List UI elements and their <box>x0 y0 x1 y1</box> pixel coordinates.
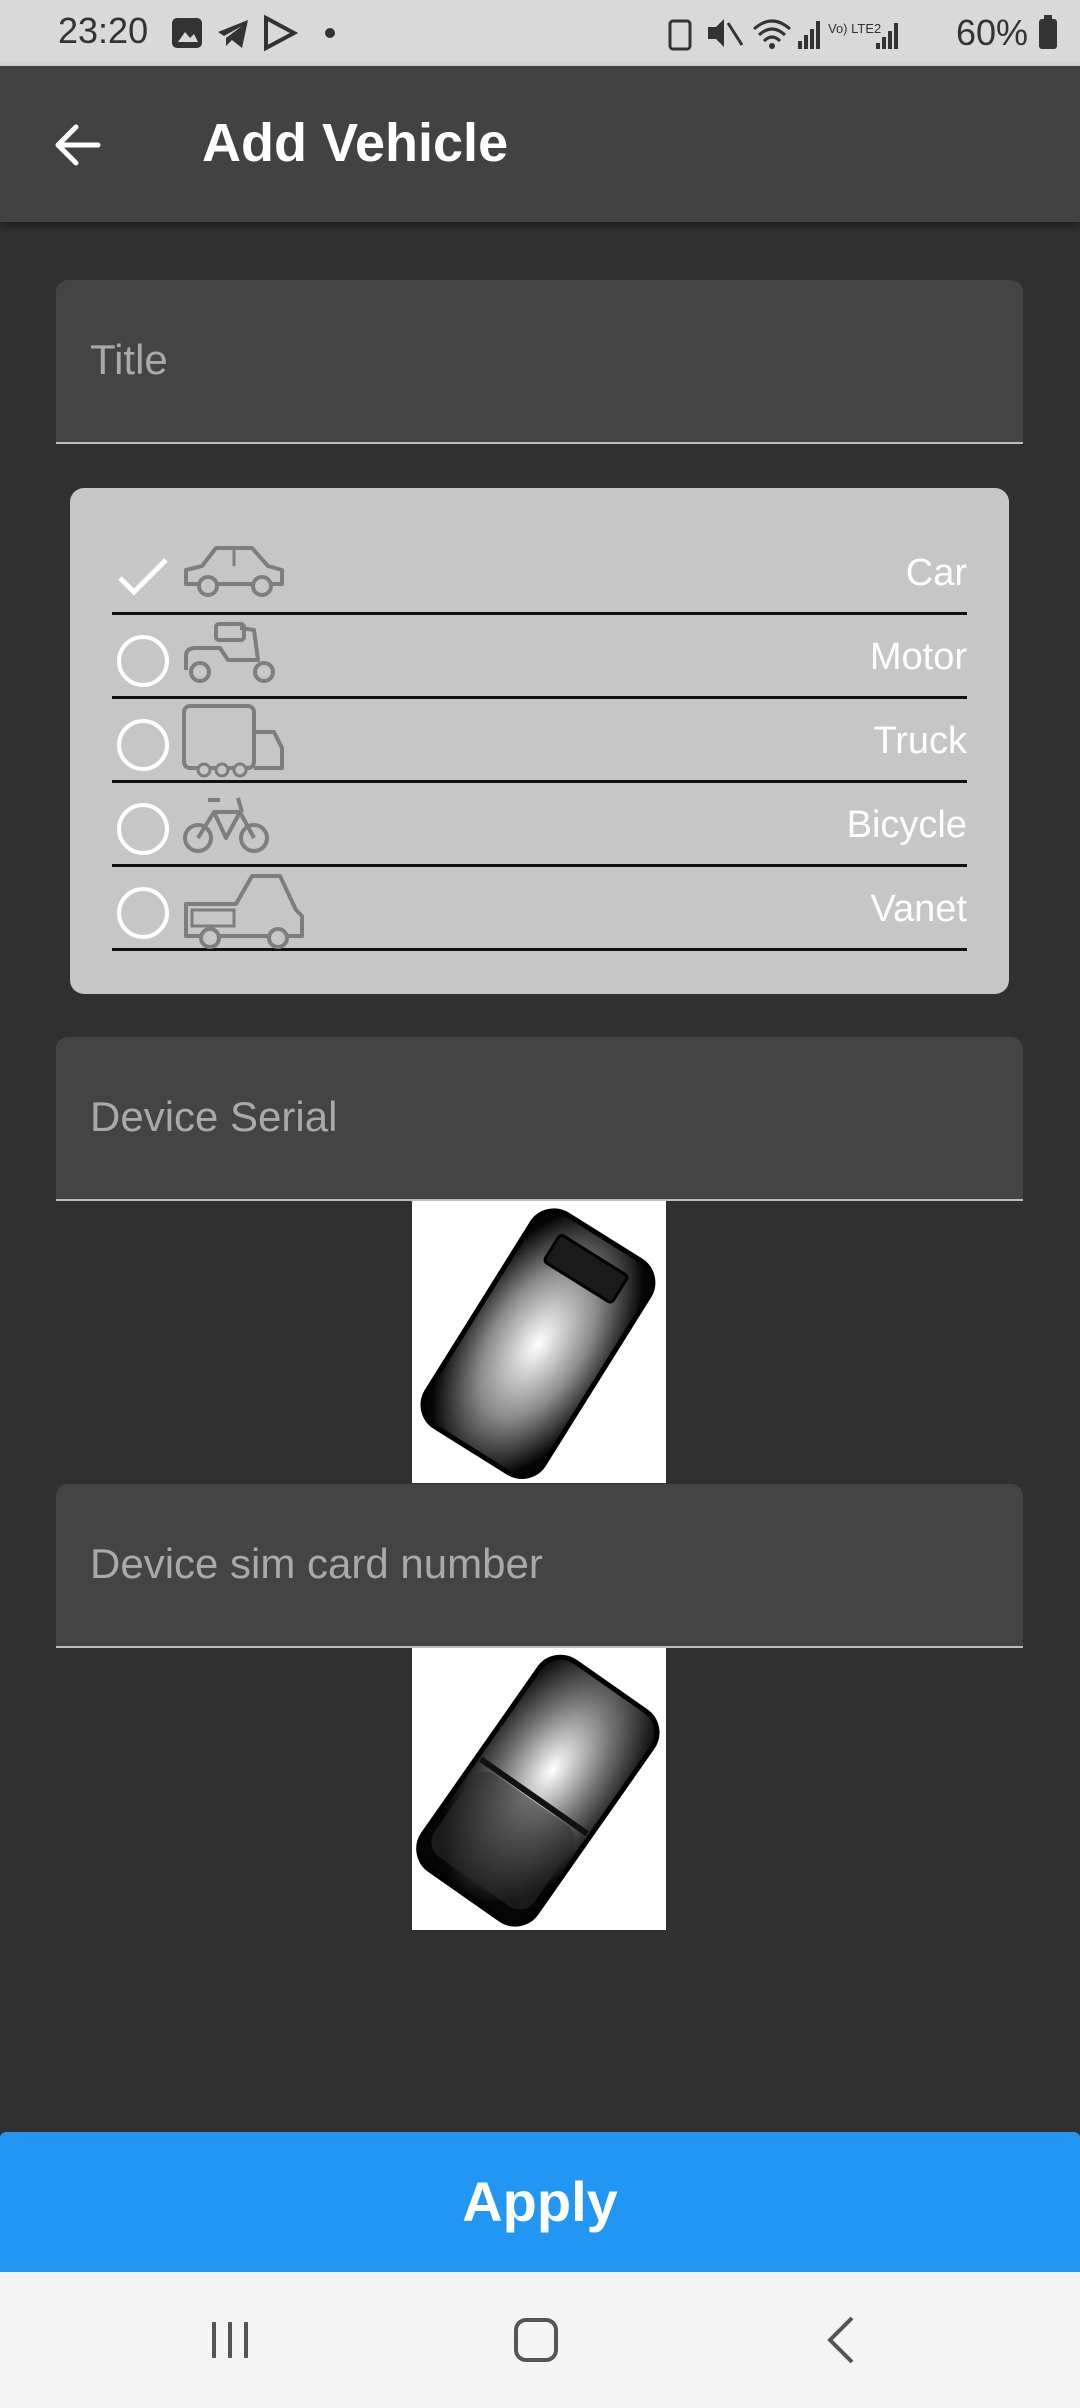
battery-icon <box>1039 15 1057 49</box>
gallery-icon <box>172 18 202 48</box>
vehicle-option-truck[interactable]: Truck <box>112 696 967 783</box>
vehicle-label-bicycle: Bicycle <box>846 804 967 846</box>
telegram-icon <box>218 20 248 48</box>
radio-unchecked-icon <box>117 635 169 687</box>
back-arrow-icon[interactable] <box>52 120 102 170</box>
device-back-image <box>412 1648 666 1930</box>
tracker-device-front-icon <box>420 1208 656 1479</box>
radio-unchecked-icon <box>117 887 169 939</box>
system-status-icons: Vo) LTE2 <box>668 19 898 51</box>
lte-label: Vo) LTE2 <box>828 21 881 36</box>
vehicle-label-car: Car <box>905 552 967 594</box>
device-front-image <box>412 1201 666 1483</box>
back-nav-icon[interactable] <box>812 2312 872 2368</box>
system-nav-bar <box>0 2272 1080 2408</box>
battery-percent: 60% <box>955 12 1028 53</box>
apply-button[interactable]: Apply <box>0 2132 1080 2272</box>
page-title: Add Vehicle <box>202 113 509 173</box>
status-bar: 23:20 Vo) LTE2 60% <box>0 0 1080 66</box>
vehicle-option-vanet[interactable]: Vanet <box>112 864 967 951</box>
device-serial-field[interactable]: Device Serial <box>56 1037 1023 1201</box>
device-sim-field[interactable]: Device sim card number <box>56 1484 1023 1648</box>
vehicle-option-car[interactable]: Car <box>112 528 967 615</box>
status-time: 23:20 <box>58 10 149 51</box>
vehicle-label-truck: Truck <box>873 720 967 762</box>
vehicle-option-bicycle[interactable]: Bicycle <box>112 780 967 867</box>
title-placeholder: Title <box>90 336 168 383</box>
car-icon <box>184 546 284 597</box>
dot-icon <box>325 28 335 38</box>
play-store-icon <box>264 14 299 52</box>
vehicle-label-vanet: Vanet <box>870 888 967 930</box>
app-bar <box>0 66 1080 222</box>
home-icon[interactable] <box>506 2312 566 2368</box>
radio-unchecked-icon <box>117 803 169 855</box>
mute-icon <box>707 19 724 47</box>
tracker-device-back-icon <box>416 1654 660 1927</box>
checkmark-icon <box>118 558 168 596</box>
motor-scooter-icon <box>184 622 275 683</box>
bicycle-icon <box>183 797 269 853</box>
notification-icons <box>172 14 335 52</box>
title-field[interactable]: Title <box>56 280 1023 444</box>
device-serial-placeholder: Device Serial <box>90 1093 338 1140</box>
signal-icon <box>797 21 820 49</box>
radio-unchecked-icon <box>117 719 169 771</box>
vehicle-label-motor: Motor <box>869 636 967 678</box>
vehicle-type-selector: Car Motor Truck Bicycle Vanet <box>70 488 1009 994</box>
device-sim-placeholder: Device sim card number <box>90 1540 543 1587</box>
recent-apps-icon[interactable] <box>200 2312 260 2368</box>
vehicle-option-motor[interactable]: Motor <box>112 612 967 699</box>
battery-saver-icon <box>668 19 692 51</box>
status-right: Vo) LTE2 60% <box>668 10 1060 56</box>
truck-icon <box>182 704 284 778</box>
wifi-icon <box>752 19 791 43</box>
van-icon <box>184 874 304 949</box>
